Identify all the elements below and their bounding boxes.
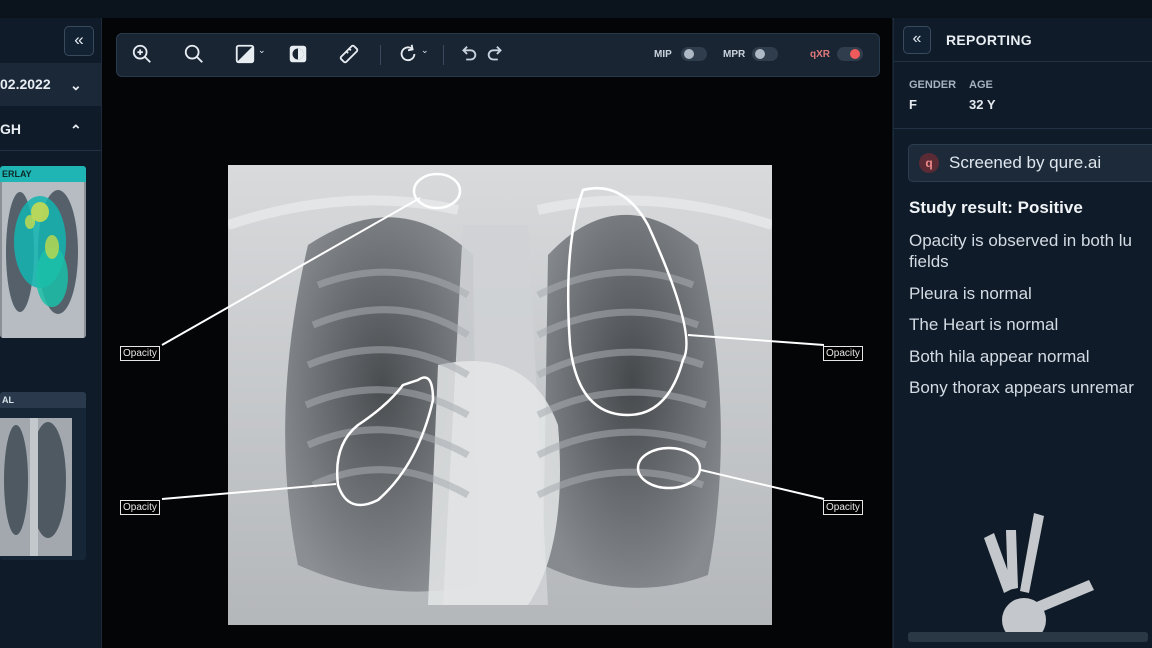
reporting-panel: « REPORTING GENDER AGE F 32 Y q Screened…: [893, 18, 1152, 648]
opacity-tag: Opacity: [120, 346, 160, 361]
chevron-down-icon: ⌄: [70, 77, 82, 93]
panel-title: REPORTING: [946, 32, 1032, 48]
finding-item: Opacity is observed in both lu fields: [909, 231, 1133, 271]
overlay-thumbnail[interactable]: ERLAY: [0, 166, 86, 338]
thumbnail-label: ERLAY: [0, 166, 86, 182]
study-date: 02.2022: [0, 76, 51, 92]
opacity-tag: Opacity: [823, 500, 863, 515]
finding-item: Pleura is normal: [909, 284, 1032, 303]
double-chevron-left-icon: «: [74, 30, 84, 49]
age-value: 32 Y: [969, 97, 996, 112]
double-chevron-left-icon: «: [912, 30, 922, 47]
top-strip: [0, 0, 1152, 19]
annotation-leaders: [161, 197, 825, 500]
bottom-action-bar: [908, 632, 1148, 642]
study-date-row[interactable]: 02.2022 ⌄: [0, 63, 101, 106]
original-thumbnail[interactable]: AL: [0, 392, 86, 560]
overlay-xray-image: [0, 182, 86, 338]
gender-value: F: [909, 97, 917, 112]
age-label: AGE: [969, 79, 993, 91]
chevron-up-icon: ⌃: [70, 122, 82, 138]
screened-by-badge: q Screened by qure.ai: [908, 144, 1152, 182]
thumbnail-label: AL: [0, 392, 86, 408]
hospital-row[interactable]: GH ⌃: [0, 108, 101, 150]
collapse-right-panel-button[interactable]: «: [903, 26, 931, 54]
finding-item: Both hila appear normal: [909, 347, 1090, 366]
opacity-tag: Opacity: [120, 500, 160, 515]
opacity-tag: Opacity: [823, 346, 863, 361]
collapse-left-panel-button[interactable]: «: [64, 26, 94, 56]
study-list-panel: « 02.2022 ⌄ GH ⌃ ERLAY AL: [0, 18, 102, 648]
qure-logo-icon: q: [919, 153, 939, 173]
hospital-name: GH: [0, 121, 21, 137]
finding-item: Bony thorax appears unremar: [909, 378, 1134, 397]
finding-item: The Heart is normal: [909, 315, 1059, 334]
gender-label: GENDER: [909, 79, 957, 91]
image-viewer[interactable]: ⌄ ⌄ MIP MPR qXR Opacity Opacity Opacity …: [102, 18, 892, 648]
study-result: Study result: Positive: [909, 198, 1083, 217]
brand-figure-logo: [984, 513, 1094, 642]
screened-by-text: Screened by qure.ai: [949, 153, 1102, 172]
original-xray-image: [0, 418, 72, 556]
